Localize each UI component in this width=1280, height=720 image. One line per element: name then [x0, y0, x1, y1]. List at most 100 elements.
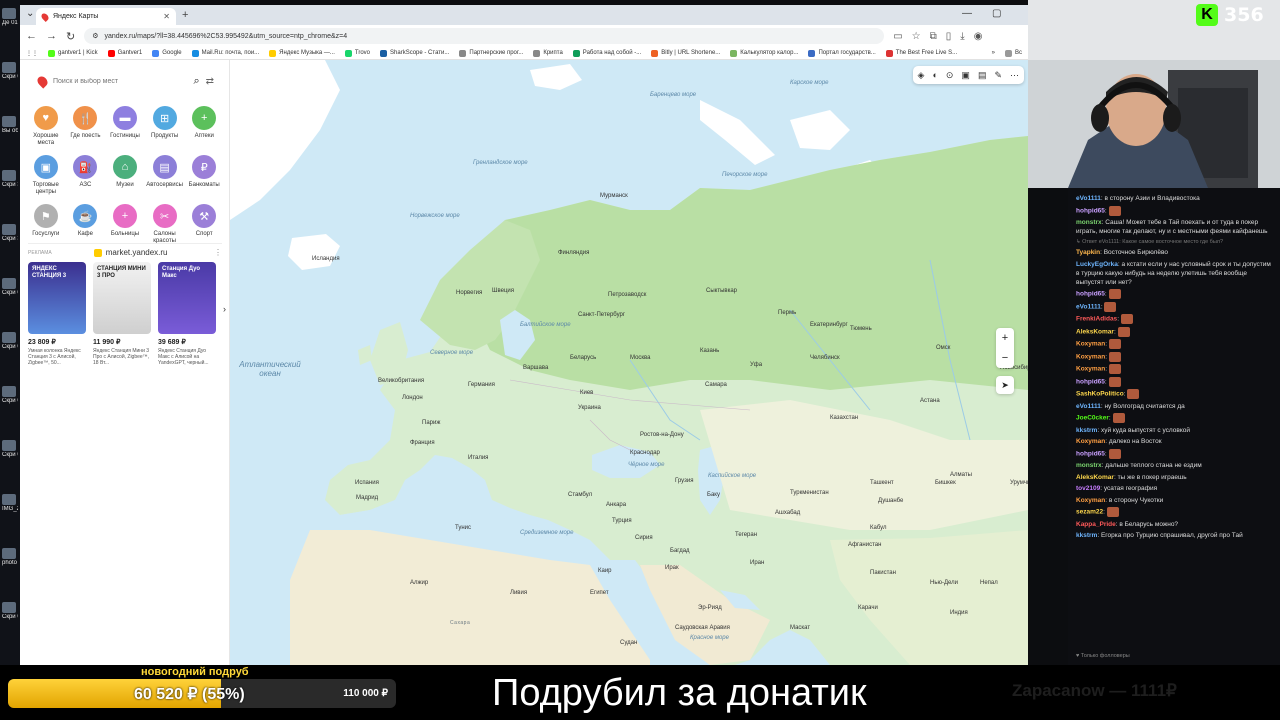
map-canvas[interactable]: Баренцево море Карское море Печорское море…: [230, 60, 1028, 665]
desktop-icon[interactable]: Скри 06-01: [2, 278, 18, 297]
chat-username[interactable]: kkstrm: [1076, 532, 1097, 539]
chat-username[interactable]: kkstrm: [1076, 427, 1097, 434]
close-tab-icon[interactable]: ✕: [163, 12, 170, 21]
bookmark-item[interactable]: Mail.Ru: почта, пои...: [191, 49, 259, 57]
desktop-icon[interactable]: Скри 31-12: [2, 224, 18, 243]
bookmark-item[interactable]: Google: [152, 49, 182, 57]
chat-username[interactable]: tov2109: [1076, 485, 1100, 492]
chat-username[interactable]: hohpid65: [1076, 378, 1105, 385]
chat-username[interactable]: Koxyman: [1076, 353, 1105, 360]
layers-icon[interactable]: ◈: [918, 70, 925, 81]
ads-source[interactable]: market.yandex.ru: [93, 248, 168, 257]
desktop-icon[interactable]: IMG_2: [2, 494, 18, 513]
site-info-icon[interactable]: ⚙: [92, 32, 98, 40]
panorama-icon[interactable]: ⊙: [946, 70, 954, 81]
desktop-icon[interactable]: photo: [2, 548, 18, 567]
zoom-out-button[interactable]: −: [996, 348, 1014, 368]
reload-icon[interactable]: ↻: [66, 30, 75, 43]
transport-icon[interactable]: ▣: [961, 70, 970, 81]
bookmark-item[interactable]: Работа над собой -...: [572, 49, 641, 57]
category-button[interactable]: ⚑ Госуслуги: [26, 204, 66, 245]
desktop-icon[interactable]: Скри 04-01: [2, 440, 18, 459]
category-button[interactable]: ▤ Автосервисы: [145, 155, 185, 196]
category-button[interactable]: + Больницы: [105, 204, 145, 245]
tab-search-icon[interactable]: ⌄: [26, 8, 34, 19]
category-button[interactable]: ▣ Торговые центры: [26, 155, 66, 196]
chat-username[interactable]: AleksKomar: [1076, 328, 1114, 335]
star-icon[interactable]: ☆: [912, 31, 921, 42]
chat-username[interactable]: eVo1111: [1076, 403, 1101, 410]
cast-icon[interactable]: ▭: [893, 31, 902, 42]
chat-username[interactable]: eVo1111: [1076, 195, 1101, 202]
ad-product-card[interactable]: ЯНДЕКС СТАНЦИЯ 3 23 809 ₽ Умная колонка Ян…: [28, 262, 86, 366]
tab-yandex-maps[interactable]: Яндекс Карты ✕: [36, 8, 176, 25]
category-button[interactable]: ⛽ АЗС: [66, 155, 106, 196]
chat-username[interactable]: Koxyman: [1076, 438, 1105, 445]
bookmark-item[interactable]: Trovo: [344, 49, 370, 57]
bookmark-item[interactable]: Яндекс Музыка —...: [269, 49, 335, 57]
chat-username[interactable]: Kappa_Pride: [1076, 521, 1116, 528]
desktop-icon[interactable]: Скри 04-01: [2, 332, 18, 351]
bookmark-item[interactable]: Bitly | URL Shortene...: [651, 49, 720, 57]
category-button[interactable]: ⊞ Продукты: [145, 106, 185, 147]
bookmark-item[interactable]: gantver1 | Kick: [48, 49, 98, 57]
bookmark-icon[interactable]: ▤: [978, 70, 987, 81]
chat-username[interactable]: monstrx: [1076, 219, 1102, 226]
desktop-icon[interactable]: Скри 06-01: [2, 386, 18, 405]
my-location-button[interactable]: ➤: [996, 376, 1014, 394]
category-button[interactable]: ✂ Салоны красоты: [145, 204, 185, 245]
apps-icon[interactable]: ⋮⋮: [26, 50, 38, 57]
minimize-icon[interactable]: —: [962, 8, 972, 19]
bookmark-item[interactable]: Калькулятор калор...: [730, 49, 798, 57]
ruler-icon[interactable]: ✎: [994, 70, 1002, 81]
profile-icon[interactable]: ◉: [974, 31, 983, 42]
desktop-icon[interactable]: Вы объясн: [2, 116, 18, 135]
chat-username[interactable]: JoeC0cker: [1076, 415, 1109, 422]
bookmark-item[interactable]: Портал государств...: [808, 49, 876, 57]
chat-username[interactable]: LuckyEgOrka: [1076, 261, 1118, 268]
ad-product-card[interactable]: Станция Дуо Макс 39 689 ₽ Яндекс Станция Д…: [158, 262, 216, 366]
ads-menu-icon[interactable]: ⋮: [214, 248, 222, 257]
more-bookmarks-icon[interactable]: »: [992, 50, 995, 56]
all-bookmarks[interactable]: Вс: [1004, 49, 1022, 57]
route-icon[interactable]: ⇄: [206, 76, 214, 87]
chat-username[interactable]: hohpid65: [1076, 450, 1105, 457]
desktop-icon[interactable]: Де 01-05: [2, 8, 18, 27]
category-button[interactable]: + Аптеки: [184, 106, 224, 147]
chat-username[interactable]: Tyapkin: [1076, 249, 1100, 256]
bookmark-item[interactable]: SharkScope - Стати...: [380, 49, 449, 57]
chat-username[interactable]: Koxyman: [1076, 366, 1105, 373]
maximize-icon[interactable]: ▢: [992, 8, 1001, 19]
zoom-in-button[interactable]: +: [996, 328, 1014, 348]
bookmark-item[interactable]: Gantver1: [107, 49, 142, 57]
ads-next-icon[interactable]: ›: [223, 304, 226, 314]
forward-icon[interactable]: →: [46, 30, 57, 42]
chat-username[interactable]: Koxyman: [1076, 497, 1105, 504]
bookmark-item[interactable]: Крипта: [533, 49, 563, 57]
new-tab-icon[interactable]: +: [182, 9, 188, 21]
chat-username[interactable]: AleksKomar: [1076, 474, 1114, 481]
back-icon[interactable]: ←: [26, 30, 37, 42]
category-button[interactable]: ⚒ Спорт: [184, 204, 224, 245]
search-box[interactable]: ⌕ ⇄: [30, 68, 222, 94]
chat-username[interactable]: SashKoPolitico: [1076, 391, 1124, 398]
traffic-icon[interactable]: ◐: [932, 70, 937, 80]
category-button[interactable]: ₽ Банкоматы: [184, 155, 224, 196]
search-icon[interactable]: ⌕: [193, 75, 199, 88]
chat-username[interactable]: FrenkiAdidas: [1076, 316, 1117, 323]
chat-username[interactable]: monstrx: [1076, 462, 1102, 469]
desktop-icon[interactable]: Скри 06-01: [2, 62, 18, 81]
extensions-icon[interactable]: ⧉: [930, 31, 937, 42]
category-button[interactable]: 🍴 Где поесть: [66, 106, 106, 147]
category-button[interactable]: ⌂ Музеи: [105, 155, 145, 196]
more-icon[interactable]: ⋯: [1010, 70, 1019, 81]
search-input[interactable]: [53, 77, 188, 85]
chat-username[interactable]: sezam22: [1076, 509, 1103, 516]
url-field[interactable]: ⚙ yandex.ru/maps/?ll=38.445696%2C53.9954…: [84, 28, 885, 44]
chat-username[interactable]: hohpid65: [1076, 291, 1105, 298]
chat-username[interactable]: hohpid65: [1076, 207, 1105, 214]
ad-product-card[interactable]: СТАНЦИЯ МИНИ 3 ПРО 11 990 ₽ Яндекс Станция…: [93, 262, 151, 366]
category-button[interactable]: ♥ Хорошие места: [26, 106, 66, 147]
category-button[interactable]: ▬ Гостиницы: [105, 106, 145, 147]
download-icon[interactable]: ⤓: [960, 31, 964, 42]
